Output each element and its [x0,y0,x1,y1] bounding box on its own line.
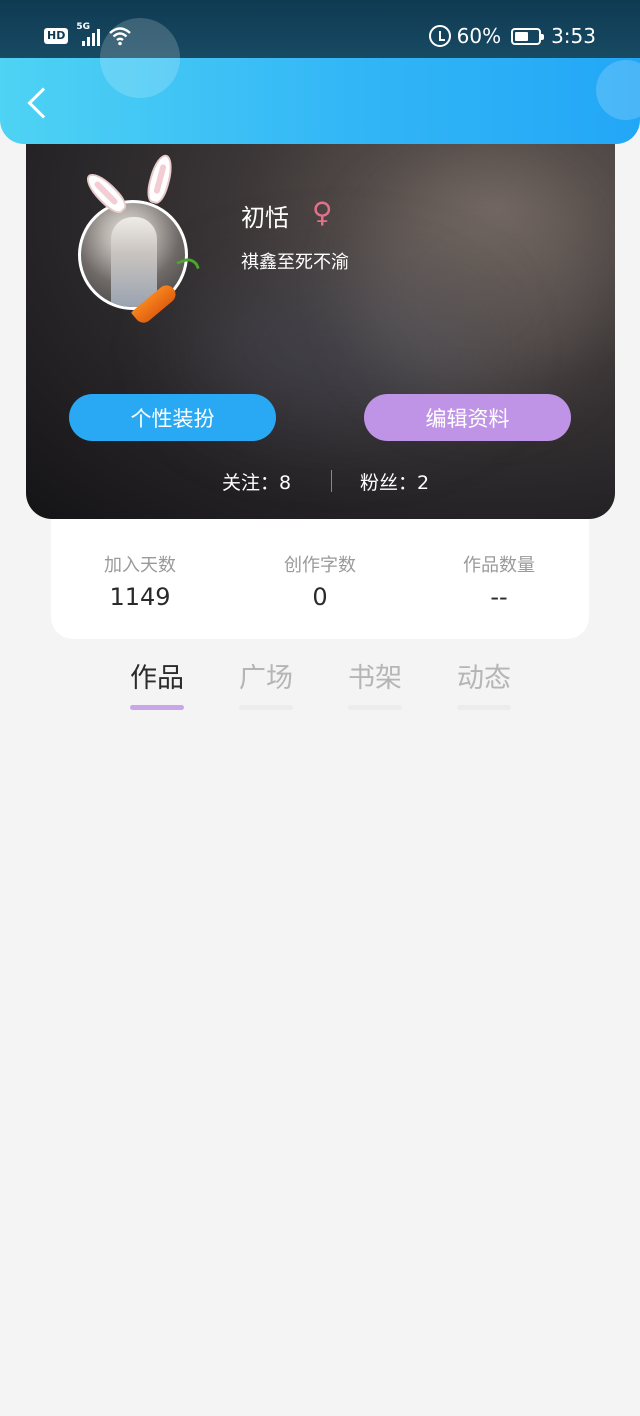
follow-stats: 关注：8 粉丝：2 [0,468,640,494]
user-nickname: 初恬 [241,204,289,232]
top-header [0,18,640,144]
battery-percent: 60% [456,24,502,48]
tab-label: 书架 [348,663,402,694]
tab-bookshelf[interactable]: 书架 [335,656,415,710]
battery-icon [511,27,545,45]
tab-label: 动态 [457,663,511,694]
tab-indicator [457,705,511,710]
followers-count[interactable]: 粉丝：2 [360,468,429,495]
alarm-icon [428,25,451,47]
status-right: 60% 3:53 [428,24,596,48]
female-gender-icon: ♀ [312,196,333,229]
tab-activity[interactable]: 动态 [444,656,524,710]
tab-square[interactable]: 广场 [226,656,306,710]
tab-indicator [130,705,184,710]
decorative-bubble [100,18,180,98]
stat-label: 创作字数 [284,555,356,576]
clock-time: 3:53 [551,24,596,48]
user-signature: 祺鑫至死不渝 [241,252,349,273]
stat-value: 1149 [109,583,171,611]
following-count[interactable]: 关注：8 [222,468,291,495]
follow-divider [331,470,332,492]
decorative-bubble [596,60,640,120]
back-button[interactable] [10,78,60,128]
stat-value: 0 [312,583,328,611]
tab-label: 广场 [239,663,293,694]
personal-style-button[interactable]: 个性装扮 [69,394,276,441]
edit-profile-button[interactable]: 编辑资料 [364,394,571,441]
stat-works-count: 作品数量 -- [409,551,589,611]
stat-label: 加入天数 [104,555,176,576]
tab-indicator [239,705,293,710]
stat-join-days: 加入天数 1149 [50,551,230,611]
content-tabs: 作品 广场 书架 动态 [0,656,640,716]
tab-indicator [348,705,402,710]
stats-card: 加入天数 1149 创作字数 0 作品数量 -- [51,519,589,639]
stat-word-count: 创作字数 0 [230,551,410,611]
stat-value: -- [490,583,508,611]
hd-badge: HD [44,28,69,44]
tab-label: 作品 [130,663,184,694]
tab-works[interactable]: 作品 [117,656,197,710]
cellular-signal-icon: 5G [76,22,101,46]
stat-label: 作品数量 [463,555,535,576]
chevron-left-icon [27,87,59,119]
